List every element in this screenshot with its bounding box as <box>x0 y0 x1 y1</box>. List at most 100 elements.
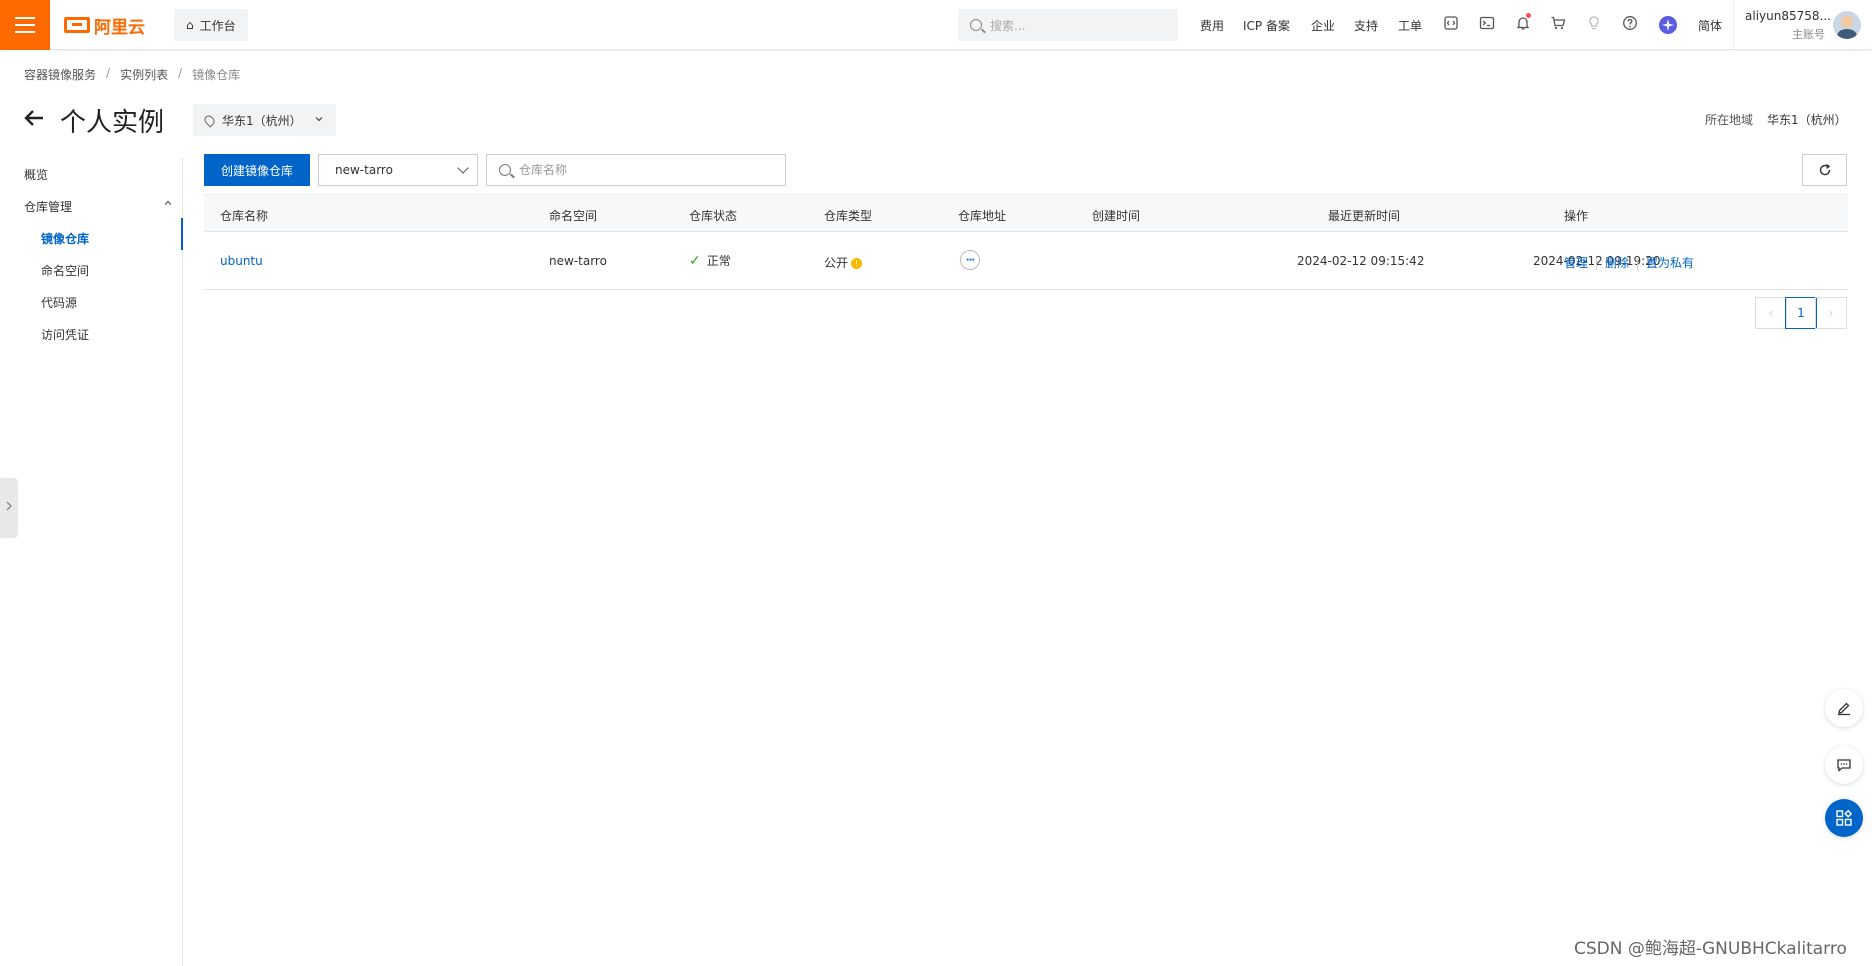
warning-icon[interactable]: ! <box>851 258 863 269</box>
back-arrow-icon[interactable] <box>22 105 46 137</box>
code-icon[interactable] <box>1441 15 1461 35</box>
chevron-down-icon <box>314 114 324 127</box>
breadcrumb-item-current: 镜像仓库 <box>192 68 241 82</box>
repo-status-text: 正常 <box>706 254 731 268</box>
pagination-next-button[interactable]: › <box>1815 297 1847 329</box>
repo-name-link[interactable]: ubuntu <box>220 254 263 268</box>
check-icon: ✓ <box>689 253 701 269</box>
global-search-placeholder: 搜索... <box>990 18 1026 33</box>
refresh-button[interactable] <box>1802 154 1847 186</box>
topnav-enterprise[interactable]: 企业 <box>1311 0 1335 50</box>
sidebar-group-repo-management[interactable]: 仓库管理 <box>24 198 72 215</box>
action-separator <box>1637 257 1639 270</box>
chat-icon[interactable] <box>1825 746 1863 784</box>
repo-namespace: new-tarro <box>549 254 607 268</box>
table-header: 仓库名称 命名空间 仓库状态 仓库类型 仓库地址 创建时间 最近更新时间 操作 <box>204 194 1848 232</box>
sidebar-item-overview[interactable]: 概览 <box>24 166 48 183</box>
search-icon <box>970 19 982 31</box>
col-header-name: 仓库名称 <box>220 209 269 223</box>
topnav-support-label[interactable]: 支持 <box>1354 17 1378 34</box>
home-icon: ⌂ <box>186 18 194 32</box>
sidebar-item-access-credentials[interactable]: 访问凭证 <box>41 326 89 343</box>
region-label: 所在地域 <box>1705 113 1754 127</box>
col-header-namespace: 命名空间 <box>549 209 598 223</box>
sidebar-item-image-repos[interactable]: 镜像仓库 <box>41 230 89 247</box>
account-info[interactable]: aliyun85758... 主账号 <box>1745 9 1831 42</box>
sidebar-item-code-sources[interactable]: 代码源 <box>41 294 77 311</box>
account-divider <box>1733 0 1734 50</box>
breadcrumb-separator: / <box>178 66 183 80</box>
page-title: 个人实例 <box>60 108 165 138</box>
namespace-select-value: new-tarro <box>335 163 393 177</box>
refresh-icon <box>1819 163 1830 176</box>
notification-dot <box>1526 13 1531 18</box>
manage-link[interactable]: 管理 <box>1564 256 1588 270</box>
search-icon <box>499 164 511 176</box>
repo-type-text: 公开 <box>824 256 849 270</box>
top-navbar: 阿里云 ⌂ 工作台 搜索... 费用 ICP 备案 企业 支持 工单 简体 al… <box>0 0 1872 50</box>
region-selector-value: 华东1（杭州） <box>222 113 302 128</box>
account-name: aliyun85758... <box>1745 9 1831 23</box>
breadcrumb: 容器镜像服务 / 实例列表 / 镜像仓库 <box>24 66 240 83</box>
chevron-down-icon <box>457 162 469 174</box>
topnav-fees-label[interactable]: 费用 <box>1200 17 1224 34</box>
delete-link[interactable]: 删除 <box>1605 256 1629 270</box>
region-selector[interactable]: 华东1（杭州） <box>193 104 336 136</box>
topnav-ticket[interactable]: 工单 <box>1398 0 1422 50</box>
help-icon[interactable] <box>1620 15 1640 35</box>
topnav-support[interactable]: 支持 <box>1354 0 1378 50</box>
region-value: 华东1（杭州） <box>1767 113 1847 127</box>
current-region-info: 所在地域 华东1（杭州） <box>1705 111 1847 128</box>
repo-name-search[interactable] <box>486 154 786 186</box>
namespace-select[interactable]: new-tarro <box>318 154 478 186</box>
pagination-prev-button[interactable]: ‹ <box>1755 297 1787 329</box>
action-separator <box>1596 257 1598 270</box>
terminal-icon[interactable] <box>1477 15 1497 35</box>
repo-name-search-input[interactable] <box>519 163 769 177</box>
workbench-button[interactable]: ⌂ 工作台 <box>174 9 248 41</box>
topnav-ticket-label[interactable]: 工单 <box>1398 17 1422 34</box>
aliyun-logo[interactable]: 阿里云 <box>64 14 145 38</box>
col-header-address: 仓库地址 <box>958 209 1007 223</box>
repo-address-more-icon[interactable]: ··· <box>960 250 980 270</box>
topnav-enterprise-label[interactable]: 企业 <box>1311 17 1335 34</box>
col-header-created: 创建时间 <box>1092 209 1141 223</box>
topnav-icp-label[interactable]: ICP 备案 <box>1243 17 1290 34</box>
sidebar-expand-handle[interactable] <box>0 478 18 538</box>
sidebar <box>0 158 183 966</box>
col-header-actions: 操作 <box>1564 209 1589 223</box>
edit-feedback-icon[interactable] <box>1825 689 1863 727</box>
col-header-status: 仓库状态 <box>689 209 738 223</box>
breadcrumb-item-instances[interactable]: 实例列表 <box>120 66 168 83</box>
table-row: ubuntu new-tarro ✓ 正常 公开! 2024-02-12 09:1… <box>204 232 1848 290</box>
language-label[interactable]: 简体 <box>1698 17 1722 34</box>
account-role: 主账号 <box>1792 28 1825 41</box>
brand-name: 阿里云 <box>94 17 145 38</box>
sidebar-item-namespaces[interactable]: 命名空间 <box>41 262 89 279</box>
create-repo-button[interactable]: 创建镜像仓库 <box>204 154 310 186</box>
ai-assistant-icon[interactable] <box>1658 15 1678 35</box>
sidebar-active-indicator <box>181 218 183 250</box>
pagination-page-1[interactable]: 1 <box>1785 297 1817 329</box>
chevron-up-icon[interactable] <box>163 198 173 211</box>
make-private-link[interactable]: 置为私有 <box>1646 256 1694 270</box>
repo-actions: 管理 删除 置为私有 <box>1564 254 1694 271</box>
bulb-icon[interactable] <box>1584 15 1604 35</box>
repo-type: 公开! <box>824 254 863 271</box>
repo-created: 2024-02-12 09:15:42 <box>1297 254 1425 268</box>
topnav-fees[interactable]: 费用 <box>1200 0 1224 50</box>
col-header-updated: 最近更新时间 <box>1328 209 1401 223</box>
breadcrumb-item-service[interactable]: 容器镜像服务 <box>24 66 96 83</box>
avatar[interactable] <box>1833 11 1861 39</box>
global-search-input[interactable]: 搜索... <box>958 9 1178 41</box>
apps-grid-icon[interactable] <box>1825 799 1863 837</box>
bell-icon[interactable] <box>1513 13 1533 35</box>
language-switch[interactable]: 简体 <box>1698 0 1722 50</box>
hamburger-menu-icon[interactable] <box>0 0 50 50</box>
page-header: 个人实例 <box>22 102 164 139</box>
location-pin-icon <box>202 112 217 128</box>
cart-icon[interactable] <box>1548 15 1568 35</box>
repo-status: ✓ 正常 <box>689 252 731 269</box>
topnav-icp[interactable]: ICP 备案 <box>1243 0 1290 50</box>
col-header-type: 仓库类型 <box>824 209 873 223</box>
